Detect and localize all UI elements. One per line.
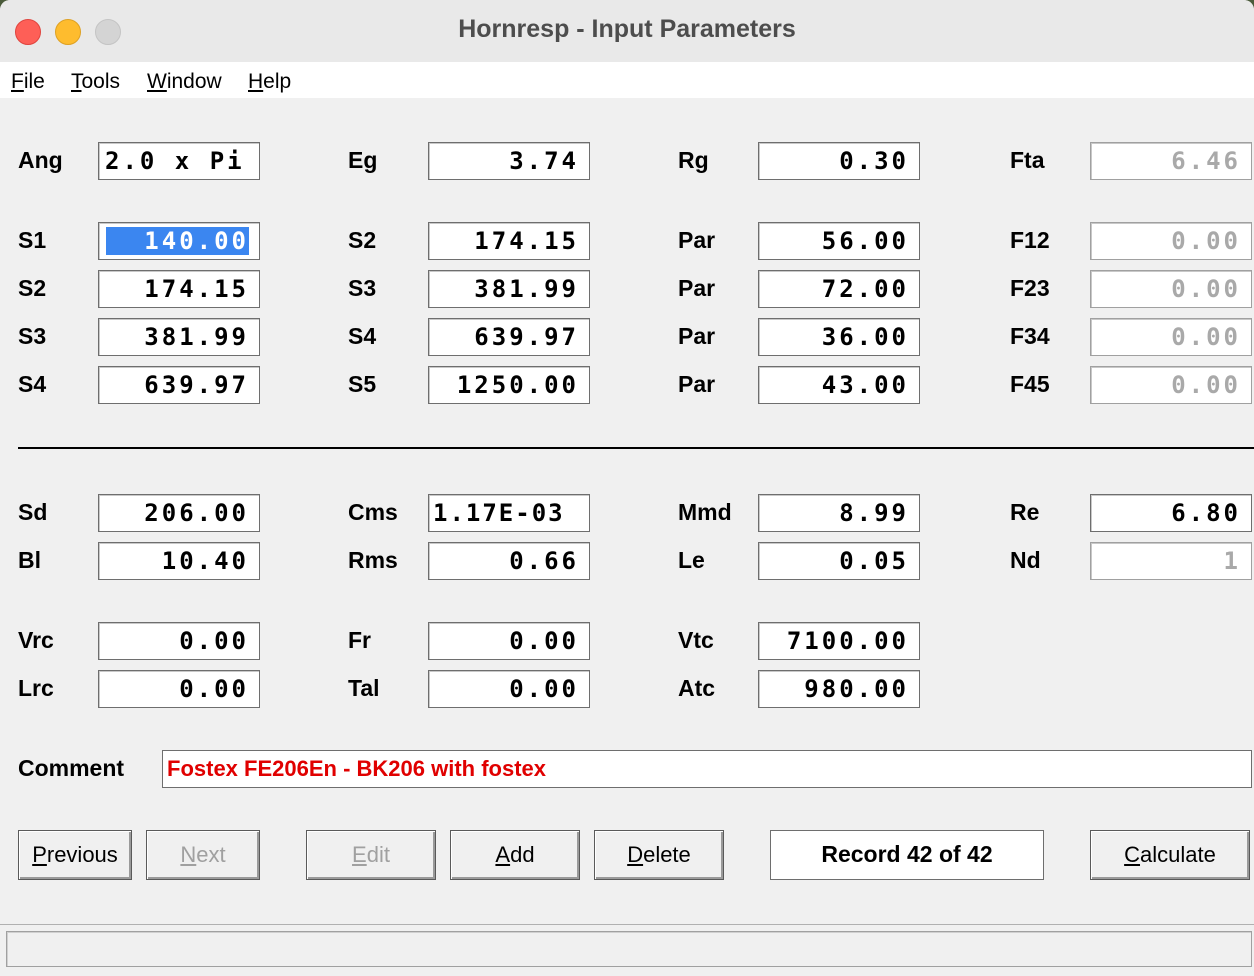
menu-help[interactable]: Help [248,70,291,94]
s3-label: S3 [18,323,47,349]
menu-file[interactable]: File [11,70,45,94]
cms-field[interactable]: 1.17E-03 [428,494,590,532]
mmd-field[interactable]: 8.99 [758,494,920,532]
tal-label: Tal [348,675,380,701]
lrc-field[interactable]: 0.00 [98,670,260,708]
f23-field: 0.00 [1090,270,1252,308]
f34-label: F34 [1010,323,1050,349]
par-field-row1[interactable]: 56.00 [758,222,920,260]
s2-label: S2 [18,275,47,301]
re-label: Re [1010,499,1040,525]
fr-field[interactable]: 0.00 [428,622,590,660]
s3-field[interactable]: 381.99 [98,318,260,356]
vtc-label: Vtc [678,627,714,653]
fta-label: Fta [1010,147,1045,173]
fr-label: Fr [348,627,371,653]
s2-label-row1: S2 [348,227,377,253]
delete-button[interactable]: Delete [594,830,724,880]
comment-field[interactable]: Fostex FE206En - BK206 with fostex [162,750,1252,788]
tal-field[interactable]: 0.00 [428,670,590,708]
menu-window[interactable]: Window [147,70,222,94]
calculate-button[interactable]: Calculate [1090,830,1250,880]
f12-label: F12 [1010,227,1050,253]
par-field-row3[interactable]: 36.00 [758,318,920,356]
window-title: Hornresp - Input Parameters [458,15,796,43]
par-label-row4: Par [678,371,716,397]
menu-tools[interactable]: Tools [71,70,120,94]
title-bar[interactable]: Hornresp - Input Parameters [0,0,1254,63]
lrc-label: Lrc [18,675,54,701]
eg-label: Eg [348,147,378,173]
le-field[interactable]: 0.05 [758,542,920,580]
bl-label: Bl [18,547,41,573]
status-panel [6,931,1252,967]
re-field[interactable]: 6.80 [1090,494,1252,532]
s1-selected-value: 140.00 [106,227,249,255]
edit-button: Edit [306,830,436,880]
menu-bar: File Tools Window Help [0,62,1254,98]
s4-label: S4 [18,371,47,397]
vrc-label: Vrc [18,627,54,653]
s1-field[interactable]: 140.00 [98,222,260,260]
s1-label: S1 [18,227,47,253]
s5-field-row4[interactable]: 1250.00 [428,366,590,404]
rms-field[interactable]: 0.66 [428,542,590,580]
section-divider [18,447,1254,449]
rms-label: Rms [348,547,398,573]
f45-field: 0.00 [1090,366,1252,404]
s2-field-row1[interactable]: 174.15 [428,222,590,260]
s2-field[interactable]: 174.15 [98,270,260,308]
eg-field[interactable]: 3.74 [428,142,590,180]
bl-field[interactable]: 10.40 [98,542,260,580]
status-bar [0,924,1254,976]
par-field-row4[interactable]: 43.00 [758,366,920,404]
mmd-label: Mmd [678,499,732,525]
add-button[interactable]: Add [450,830,580,880]
atc-label: Atc [678,675,716,701]
rg-label: Rg [678,147,709,173]
comment-label: Comment [18,755,125,781]
f12-field: 0.00 [1090,222,1252,260]
s4-field[interactable]: 639.97 [98,366,260,404]
f34-field: 0.00 [1090,318,1252,356]
ang-field[interactable]: 2.0 x Pi [98,142,260,180]
par-label-row2: Par [678,275,716,301]
sd-label: Sd [18,499,48,525]
par-label-row1: Par [678,227,716,253]
fta-field: 6.46 [1090,142,1252,180]
sd-field[interactable]: 206.00 [98,494,260,532]
nd-label: Nd [1010,547,1041,573]
s3-field-row2[interactable]: 381.99 [428,270,590,308]
s3-label-row2: S3 [348,275,377,301]
s5-label-row4: S5 [348,371,377,397]
f23-label: F23 [1010,275,1050,301]
s4-field-row3[interactable]: 639.97 [428,318,590,356]
par-field-row2[interactable]: 72.00 [758,270,920,308]
hornresp-window: Hornresp - Input Parameters File Tools W… [0,0,1254,976]
ang-label: Ang [18,147,63,173]
vrc-field[interactable]: 0.00 [98,622,260,660]
rg-field[interactable]: 0.30 [758,142,920,180]
vtc-field[interactable]: 7100.00 [758,622,920,660]
s4-label-row3: S4 [348,323,377,349]
le-label: Le [678,547,705,573]
cms-label: Cms [348,499,398,525]
next-button: Next [146,830,260,880]
atc-field[interactable]: 980.00 [758,670,920,708]
nd-field: 1 [1090,542,1252,580]
record-indicator: Record 42 of 42 [770,830,1044,880]
par-label-row3: Par [678,323,716,349]
f45-label: F45 [1010,371,1050,397]
previous-button[interactable]: Previous [18,830,132,880]
